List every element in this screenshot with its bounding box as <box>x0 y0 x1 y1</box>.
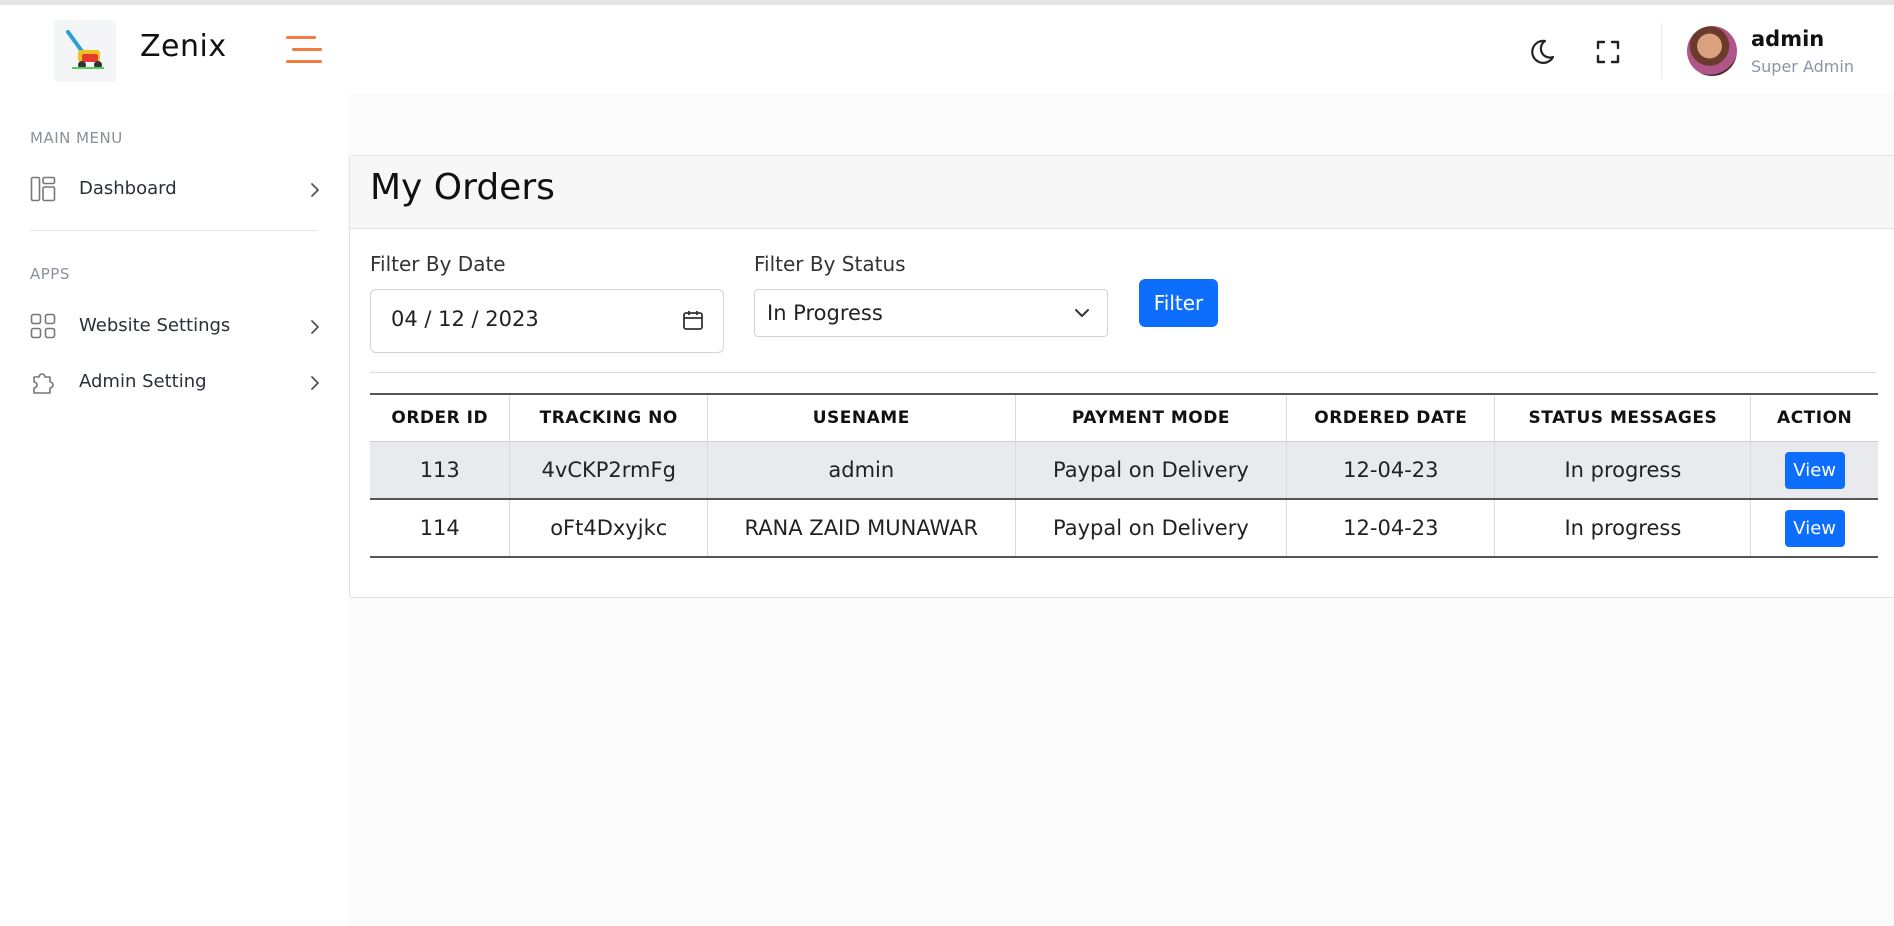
sidebar-item-label: Admin Setting <box>79 371 207 392</box>
view-order-button[interactable]: View <box>1784 509 1845 547</box>
cell-action: View <box>1750 499 1878 558</box>
col-action: ACTION <box>1750 393 1878 442</box>
view-order-button[interactable]: View <box>1784 451 1845 489</box>
cell-username: RANA ZAID MUNAWAR <box>707 499 1016 558</box>
col-status-messages: STATUS MESSAGES <box>1494 393 1751 442</box>
dashboard-icon <box>30 176 56 202</box>
cell-action: View <box>1750 441 1878 500</box>
sidebar-item-label: Dashboard <box>79 178 177 199</box>
sidebar-divider <box>30 230 318 231</box>
col-payment-mode: PAYMENT MODE <box>1014 393 1287 442</box>
cell-order-id: 113 <box>370 441 510 500</box>
col-ordered-date: ORDERED DATE <box>1286 393 1495 442</box>
calendar-icon[interactable] <box>682 309 704 331</box>
cell-order-id: 114 <box>370 499 510 558</box>
cell-payment-mode: Paypal on Delivery <box>1014 441 1287 500</box>
table-row: 113 4vCKP2rmFg admin Paypal on Delivery … <box>370 441 1878 500</box>
avatar[interactable] <box>1687 26 1737 76</box>
sidebar-item-website-settings[interactable]: Website Settings <box>30 309 326 345</box>
date-filter-label: Filter By Date <box>370 252 506 276</box>
puzzle-icon <box>30 369 56 395</box>
user-name[interactable]: admin <box>1751 27 1824 51</box>
lawn-mower-logo-icon <box>66 30 104 69</box>
brand-name: Zenix <box>140 29 227 64</box>
cell-status-message: In progress <box>1494 499 1751 558</box>
page-title: My Orders <box>370 167 555 208</box>
table-row: 114 oFt4Dxyjkc RANA ZAID MUNAWAR Paypal … <box>370 499 1878 558</box>
sidebar-item-label: Website Settings <box>79 315 231 336</box>
cell-tracking-no: oFt4Dxyjkc <box>509 499 708 558</box>
header-divider <box>1661 23 1662 79</box>
status-filter-select[interactable]: In Progress <box>754 289 1108 337</box>
col-username: USENAME <box>707 393 1016 442</box>
section-title-apps: APPS <box>30 265 70 283</box>
filter-button[interactable]: Filter <box>1139 279 1218 327</box>
status-filter-value: In Progress <box>767 301 883 325</box>
cell-username: admin <box>707 441 1016 500</box>
sidebar-item-dashboard[interactable]: Dashboard <box>30 172 326 208</box>
cell-status-message: In progress <box>1494 441 1751 500</box>
moon-icon[interactable] <box>1527 37 1557 67</box>
status-filter-label: Filter By Status <box>754 252 906 276</box>
filter-divider <box>370 372 1876 373</box>
orders-card: My Orders Filter By Date 04 / 12 / 2023 … <box>349 155 1894 598</box>
grid-icon <box>30 313 56 339</box>
orders-table: ORDER ID TRACKING NO USENAME PAYMENT MOD… <box>370 393 1878 558</box>
section-title-main-menu: MAIN MENU <box>30 129 123 147</box>
app-logo[interactable] <box>54 20 116 82</box>
cell-payment-mode: Paypal on Delivery <box>1014 499 1287 558</box>
col-order-id: ORDER ID <box>370 393 510 442</box>
cell-ordered-date: 12-04-23 <box>1286 499 1495 558</box>
chevron-down-icon <box>1073 304 1091 322</box>
sidebar: MAIN MENU Dashboard APPS Website Setting… <box>0 94 348 926</box>
top-header: Zenix admin Super Admin <box>0 5 1894 94</box>
cell-ordered-date: 12-04-23 <box>1286 441 1495 500</box>
menu-toggle-icon[interactable] <box>286 36 322 66</box>
date-filter-input[interactable]: 04 / 12 / 2023 <box>370 289 724 353</box>
sidebar-item-admin-setting[interactable]: Admin Setting <box>30 365 326 401</box>
fullscreen-icon[interactable] <box>1593 37 1623 67</box>
table-header-row: ORDER ID TRACKING NO USENAME PAYMENT MOD… <box>370 393 1878 442</box>
user-role: Super Admin <box>1751 57 1854 76</box>
cell-tracking-no: 4vCKP2rmFg <box>509 441 708 500</box>
date-filter-value: 04 / 12 / 2023 <box>391 307 539 331</box>
chevron-right-icon <box>304 179 326 201</box>
chevron-right-icon <box>304 372 326 394</box>
chevron-right-icon <box>304 316 326 338</box>
card-header: My Orders <box>350 156 1894 229</box>
col-tracking-no: TRACKING NO <box>509 393 708 442</box>
